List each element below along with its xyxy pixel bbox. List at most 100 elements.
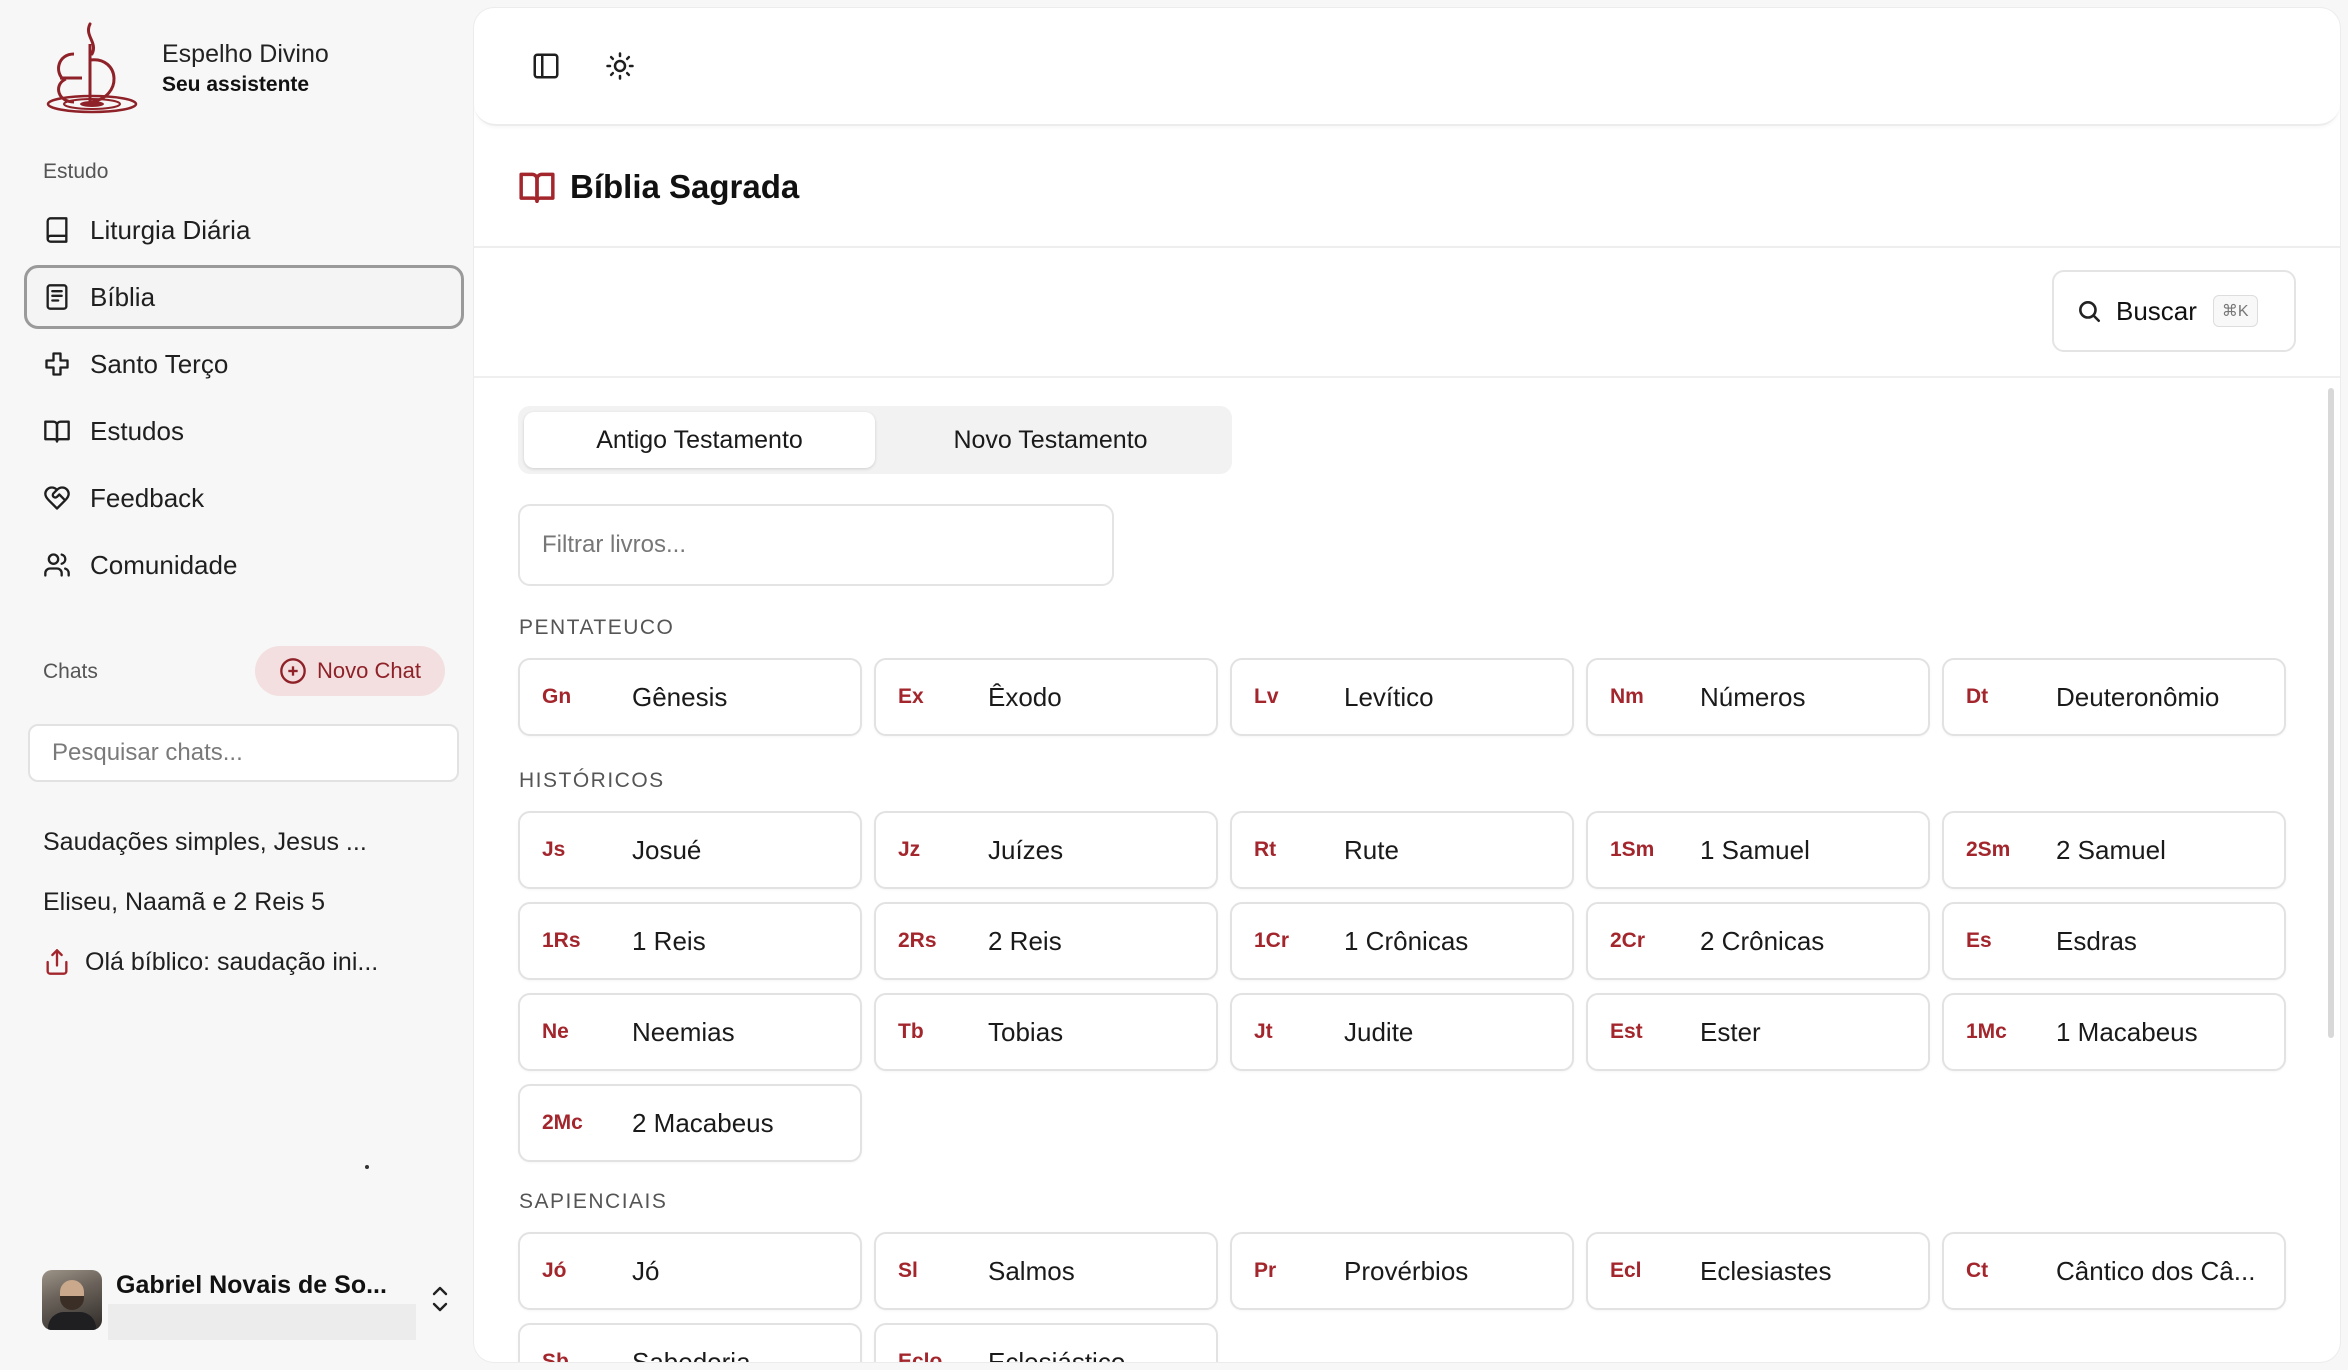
book-card[interactable]: 1Cr 1 Crônicas [1230, 902, 1574, 980]
tab-antigo-testamento[interactable]: Antigo Testamento [524, 412, 875, 468]
search-icon [2079, 301, 2101, 323]
user-email-redacted [108, 1304, 416, 1340]
book-name: 1 Macabeus [2056, 1016, 2198, 1047]
sidebar-item-label: Santo Terço [90, 348, 229, 379]
book-card[interactable]: Jt Judite [1230, 993, 1574, 1071]
book-abbr: Es [1966, 929, 1992, 952]
search-toolbar: Buscar ⌘K [474, 250, 2340, 378]
sidebar-item-liturgia[interactable]: Liturgia Diária [24, 198, 464, 262]
book-abbr: 2Rs [898, 929, 937, 952]
book-card[interactable]: Est Ester [1586, 993, 1930, 1071]
book-card[interactable]: Tb Tobias [874, 993, 1218, 1071]
filter-books-input[interactable] [518, 504, 1114, 586]
user-menu[interactable]: Gabriel Novais de So... [42, 1270, 452, 1340]
page-header: Bíblia Sagrada [474, 128, 2340, 248]
book-card[interactable]: 2Mc 2 Macabeus [518, 1084, 862, 1162]
sidebar-item-feedback[interactable]: Feedback [24, 466, 464, 530]
book-card[interactable]: Ct Cântico dos Câ... [1942, 1232, 2286, 1310]
book-card[interactable]: Ne Neemias [518, 993, 862, 1071]
book-name: Gênesis [632, 681, 728, 712]
group-label: HISTÓRICOS [519, 769, 665, 792]
book-name: 2 Crônicas [1700, 925, 1825, 956]
brand[interactable]: Espelho Divino Seu assistente [40, 20, 329, 118]
tab-novo-testamento[interactable]: Novo Testamento [875, 412, 1226, 468]
sidebar-item-label: Estudos [90, 415, 184, 446]
book-card[interactable]: Sl Salmos [874, 1232, 1218, 1310]
book-abbr: Rt [1254, 838, 1277, 861]
sidebar-item-santo-terco[interactable]: Santo Terço [24, 332, 464, 396]
search-button[interactable]: Buscar ⌘K [2052, 270, 2296, 352]
search-shortcut: ⌘K [2212, 295, 2258, 327]
book-abbr: Est [1610, 1020, 1643, 1043]
book-name: Deuteronômio [2056, 681, 2220, 712]
sun-icon [606, 52, 634, 80]
share-icon [46, 949, 68, 975]
sidebar-item-label: Feedback [90, 482, 205, 513]
book-card[interactable]: Lv Levítico [1230, 658, 1574, 736]
book-name: Josué [632, 834, 702, 865]
chat-title: Olá bíblico: saudação ini... [85, 947, 379, 976]
book-abbr: 1Cr [1254, 929, 1290, 952]
theme-toggle-button[interactable] [602, 48, 638, 84]
bible-icon [42, 282, 72, 312]
book-name: Ester [1700, 1016, 1761, 1047]
book-card[interactable]: 1Mc 1 Macabeus [1942, 993, 2286, 1071]
book-card[interactable]: 2Cr 2 Crônicas [1586, 902, 1930, 980]
book-card[interactable]: Nm Números [1586, 658, 1930, 736]
book-name: Jó [632, 1255, 660, 1286]
book-card[interactable]: 2Rs 2 Reis [874, 902, 1218, 980]
book-card[interactable]: Gn Gênesis [518, 658, 862, 736]
book-card[interactable]: Jz Juízes [874, 811, 1218, 889]
book-card[interactable]: Eclo Eclesiástico [874, 1323, 1218, 1362]
book-card[interactable]: Js Josué [518, 811, 862, 889]
book-name: Eclesiastes [1700, 1255, 1832, 1286]
book-card[interactable]: 1Rs 1 Reis [518, 902, 862, 980]
book-abbr: Tb [898, 1020, 924, 1043]
sidebar: Espelho Divino Seu assistente Estudo Lit… [0, 0, 474, 1370]
book-card[interactable]: Ecl Eclesiastes [1586, 1232, 1930, 1310]
book-name: Levítico [1344, 681, 1434, 712]
chat-list: Saudações simples, Jesus ... Eliseu, Naa… [43, 812, 453, 992]
chat-search-input[interactable] [28, 724, 459, 782]
book-card[interactable]: 1Sm 1 Samuel [1586, 811, 1930, 889]
book-grid: Js Josué Jz Juízes Rt Rute 1Sm 1 Samuel 2Sm 2 Sam… [518, 811, 2286, 1162]
sidebar-item-estudos[interactable]: Estudos [24, 399, 464, 463]
book-open-icon [42, 416, 72, 446]
sidebar-item-comunidade[interactable]: Comunidade [24, 533, 464, 597]
chat-item[interactable]: Saudações simples, Jesus ... [43, 812, 453, 872]
chat-item[interactable]: Olá bíblico: saudação ini... [43, 932, 453, 992]
stray-dot [365, 1165, 369, 1169]
book-card[interactable]: Dt Deuteronômio [1942, 658, 2286, 736]
book-card[interactable]: Sb Sabedoria [518, 1323, 862, 1362]
book-open-icon [519, 172, 555, 203]
brand-title: Espelho Divino [162, 40, 329, 68]
book-card[interactable]: Es Esdras [1942, 902, 2286, 980]
testament-tabs: Antigo Testamento Novo Testamento [518, 406, 1232, 474]
book-card[interactable]: Ex Êxodo [874, 658, 1218, 736]
book-card[interactable]: 2Sm 2 Samuel [1942, 811, 2286, 889]
scrollbar[interactable] [2328, 388, 2334, 1038]
panel-left-icon [533, 53, 559, 79]
book-abbr: 1Rs [542, 929, 581, 952]
book-name: 2 Samuel [2056, 834, 2166, 865]
book-card[interactable]: Jó Jó [518, 1232, 862, 1310]
toggle-sidebar-button[interactable] [528, 48, 564, 84]
book-card[interactable]: Rt Rute [1230, 811, 1574, 889]
chat-item[interactable]: Eliseu, Naamã e 2 Reis 5 [43, 872, 453, 932]
search-label: Buscar [2116, 295, 2197, 326]
book-card[interactable]: Pr Provérbios [1230, 1232, 1574, 1310]
book-abbr: Sl [898, 1259, 918, 1282]
book-abbr: Ne [542, 1020, 569, 1043]
book-abbr: Pr [1254, 1259, 1277, 1282]
book-name: Cântico dos Câ... [2056, 1255, 2256, 1286]
new-chat-button[interactable]: Novo Chat [255, 646, 445, 696]
sidebar-item-label: Comunidade [90, 549, 238, 580]
book-name: Esdras [2056, 925, 2137, 956]
sidebar-item-biblia[interactable]: Bíblia [24, 265, 464, 329]
book-icon [42, 215, 72, 245]
sidebar-nav: Liturgia Diária Bíblia Santo Terço Estud… [24, 198, 464, 600]
book-abbr: Jz [898, 838, 921, 861]
book-abbr: 1Mc [1966, 1020, 2007, 1043]
group-label: PENTATEUCO [519, 616, 675, 639]
chats-section-label: Chats [43, 660, 98, 683]
